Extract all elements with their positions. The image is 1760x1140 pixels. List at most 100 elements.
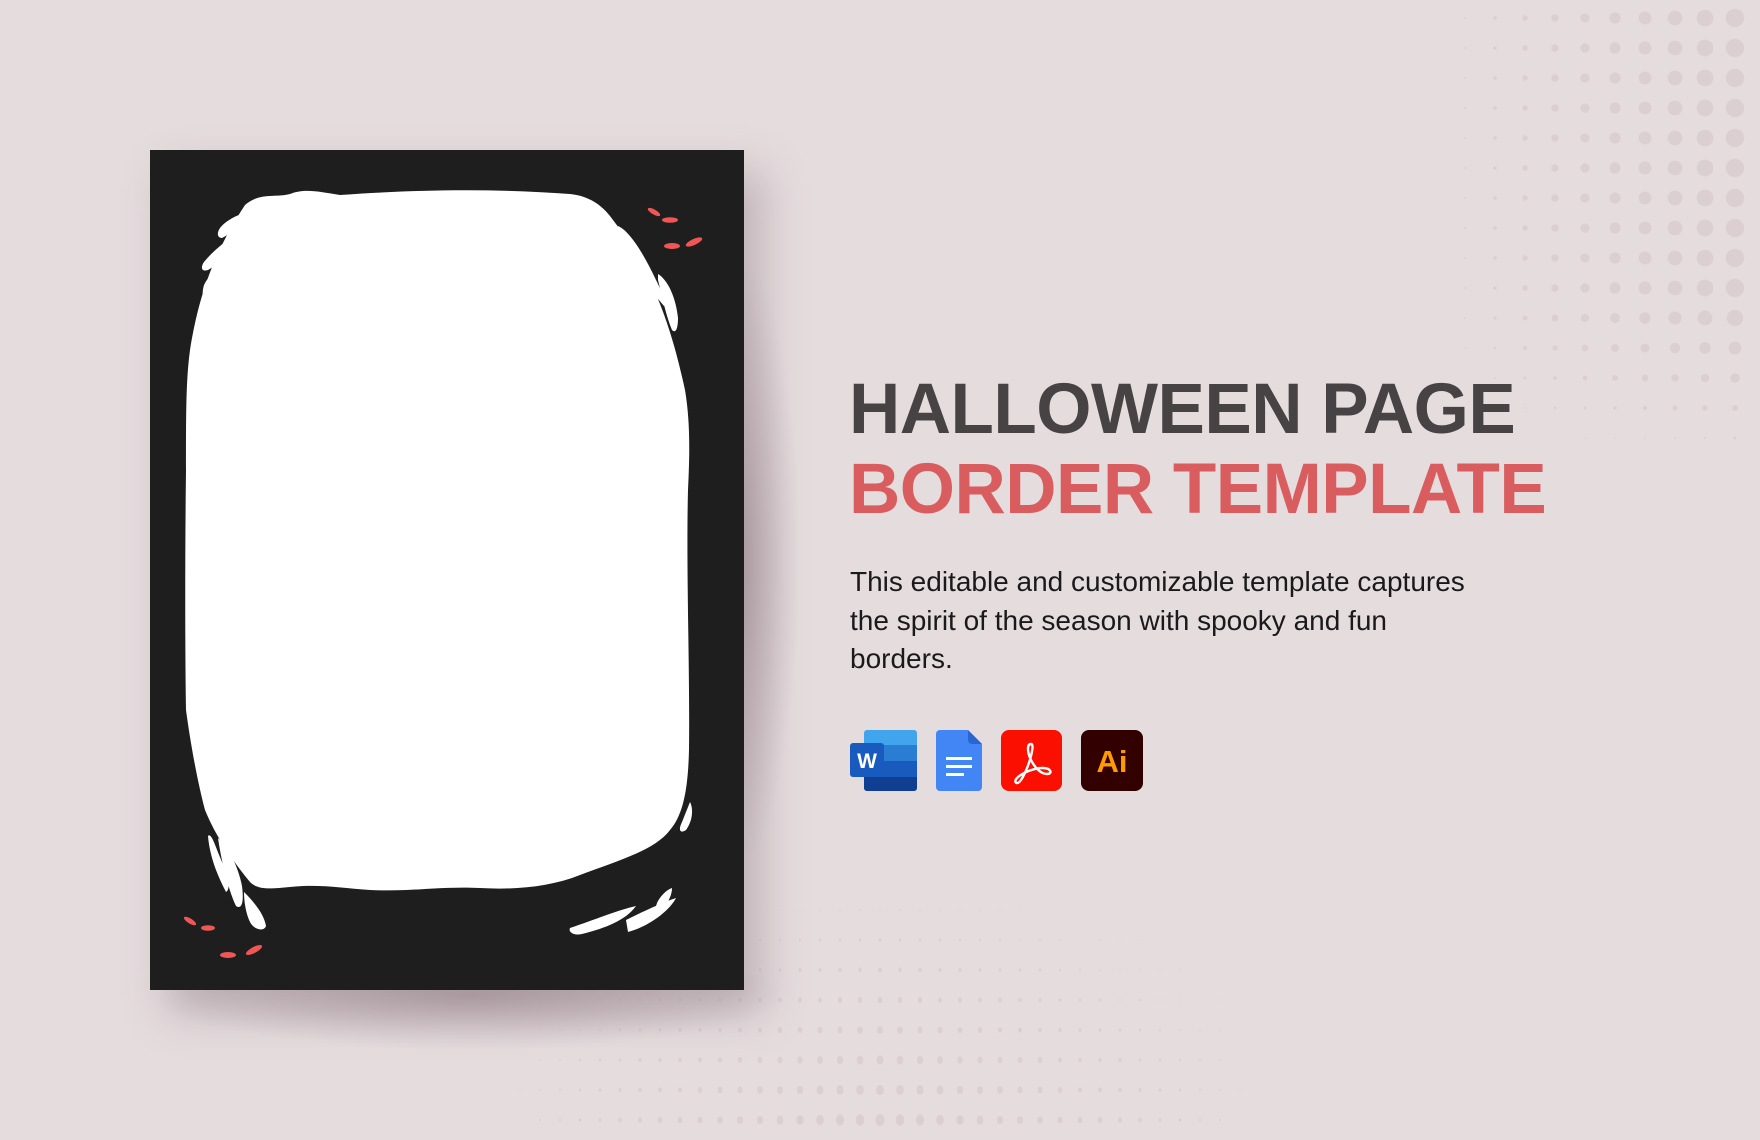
halftone-dot <box>717 1116 723 1124</box>
halftone-dot <box>1702 405 1708 411</box>
halftone-dot <box>1609 252 1621 264</box>
halftone-dot <box>1464 137 1466 139</box>
halftone-dot <box>1725 68 1745 88</box>
halftone-dot <box>1219 1059 1221 1061</box>
halftone-dot <box>1016 1115 1024 1125</box>
halftone-dot <box>1580 133 1590 143</box>
halftone-dot <box>1017 1086 1023 1094</box>
halftone-dot <box>1551 194 1559 202</box>
halftone-dot <box>1638 161 1652 175</box>
halftone-dot <box>798 997 802 1003</box>
halftone-dot <box>1667 160 1683 176</box>
halftone-dot <box>1179 969 1181 971</box>
halftone-dot <box>856 1084 864 1096</box>
halftone-dot <box>1038 968 1042 972</box>
halftone-dot <box>916 1055 924 1065</box>
halftone-dot <box>957 1026 963 1034</box>
halftone-dot <box>1493 196 1497 200</box>
halftone-dot <box>816 1114 824 1126</box>
halftone-dot <box>539 1088 541 1092</box>
claw-mark <box>626 898 676 932</box>
halftone-dot <box>1609 192 1621 204</box>
title-line-1: HALLOWEEN PAGE <box>849 370 1516 449</box>
halftone-dot <box>899 909 901 911</box>
halftone-dot <box>579 1028 581 1032</box>
halftone-dot <box>837 1026 843 1034</box>
halftone-dot <box>1552 345 1558 351</box>
halftone-dot <box>996 1115 1004 1125</box>
halftone-dot <box>776 1115 784 1125</box>
halftone-dot <box>1018 1027 1022 1033</box>
halftone-dot <box>877 1026 883 1034</box>
google-docs-icon[interactable] <box>936 730 982 791</box>
halftone-dot <box>1551 254 1559 262</box>
halftone-dot <box>1239 1089 1241 1091</box>
halftone-dot <box>1668 311 1682 325</box>
halftone-dot <box>1551 224 1559 232</box>
halftone-dot <box>1725 188 1745 208</box>
halftone-dot <box>777 1027 783 1033</box>
halftone-dot <box>1464 17 1466 19</box>
halftone-dot <box>956 1115 964 1125</box>
halftone-dot <box>1522 45 1528 51</box>
halftone-dot <box>939 909 941 911</box>
halftone-dot <box>1464 167 1466 169</box>
halloween-border-artwork <box>183 190 703 958</box>
halftone-dot <box>877 996 883 1004</box>
halftone-dot <box>1522 15 1528 21</box>
halftone-dot <box>1639 312 1651 324</box>
halftone-dot <box>698 1057 702 1063</box>
halftone-dot <box>1609 102 1621 114</box>
halftone-dot <box>1038 1027 1042 1033</box>
halftone-dot <box>1551 74 1559 82</box>
halftone-dot <box>1077 1116 1083 1124</box>
halftone-dot <box>757 1056 763 1064</box>
halftone-dot <box>817 1026 823 1034</box>
halftone-dot <box>638 1117 642 1123</box>
halftone-dot <box>1609 132 1621 144</box>
halftone-dot <box>559 1058 561 1062</box>
halftone-dot <box>979 938 981 942</box>
halftone-dot <box>1158 1088 1162 1092</box>
ai-icon-glyph: Ai <box>1097 744 1128 779</box>
halftone-dot <box>1493 136 1497 140</box>
description-text: This editable and customizable template … <box>850 566 1465 674</box>
halftone-dot <box>797 1026 803 1034</box>
halftone-dot <box>1551 14 1559 22</box>
halftone-dot <box>1464 317 1466 319</box>
halftone-dot <box>837 997 843 1003</box>
halftone-dot <box>658 1087 662 1093</box>
halftone-dot <box>998 997 1002 1003</box>
halftone-dot <box>976 1085 984 1095</box>
halftone-dot <box>836 1055 844 1065</box>
halftone-dot <box>539 1118 541 1122</box>
halftone-dot <box>1580 223 1590 233</box>
adobe-illustrator-icon[interactable]: Ai <box>1081 730 1143 791</box>
halftone-dot <box>919 909 921 911</box>
halftone-dot <box>737 1056 743 1064</box>
halftone-dot <box>1580 13 1590 23</box>
halftone-dot <box>1551 134 1559 142</box>
halftone-dot <box>1580 313 1590 323</box>
halftone-dot <box>1159 998 1161 1002</box>
halftone-dot <box>1037 1116 1043 1124</box>
halftone-dot <box>1219 999 1221 1001</box>
halftone-dot <box>1119 968 1121 972</box>
halftone-dot <box>738 1027 742 1033</box>
adobe-pdf-icon[interactable] <box>1001 730 1062 791</box>
halftone-dot <box>638 1028 642 1032</box>
halftone-dot <box>1700 373 1710 383</box>
halftone-dot <box>1138 1087 1142 1093</box>
halftone-dot <box>1551 314 1559 322</box>
word-icon[interactable]: W <box>850 730 917 791</box>
halftone-dot <box>539 1029 541 1031</box>
halftone-dot <box>1696 249 1714 267</box>
halftone-dot <box>1138 1117 1142 1123</box>
halftone-dot <box>838 938 842 942</box>
halftone-dot <box>1099 939 1101 941</box>
halftone-dot <box>1522 195 1528 201</box>
halftone-dot <box>539 1059 541 1061</box>
halftone-dot <box>1464 47 1466 49</box>
halftone-dot <box>1158 1117 1162 1123</box>
halftone-dot <box>1493 286 1497 290</box>
